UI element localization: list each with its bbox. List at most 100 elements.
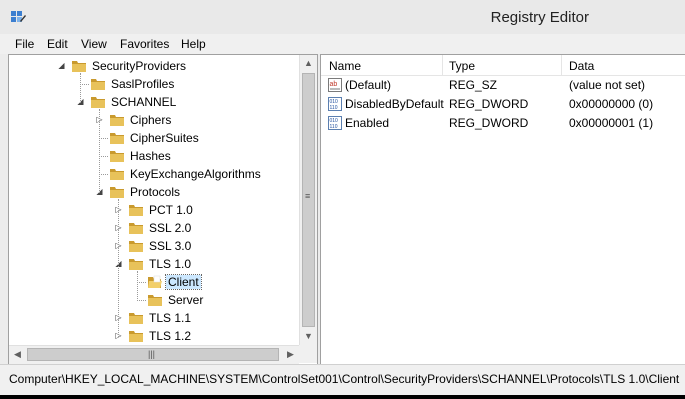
string-value-icon: ab (328, 78, 342, 92)
tree-node-label[interactable]: Hashes (128, 149, 173, 163)
folder-icon (128, 221, 144, 235)
value-type: REG_DWORD (449, 97, 529, 111)
tree-node-label[interactable]: PCT 1.0 (147, 203, 195, 217)
title-bar[interactable]: Registry Editor (0, 0, 685, 34)
tree-node[interactable]: ▷ Ciphers (9, 111, 299, 129)
folder-icon (128, 329, 144, 343)
folder-icon (128, 239, 144, 253)
folder-open-icon (147, 275, 163, 289)
tree-connector (80, 84, 89, 85)
tree-node-label[interactable]: KeyExchangeAlgorithms (128, 167, 263, 181)
tree-connector (137, 300, 146, 301)
horizontal-scroll-thumb[interactable]: ||| (27, 348, 279, 361)
vertical-scroll-thumb[interactable]: ≡ (302, 73, 315, 327)
scroll-grip-icon: ≡ (305, 191, 311, 201)
value-data: (value not set) (569, 78, 646, 92)
value-type: REG_SZ (449, 78, 498, 92)
status-bar: Computer\HKEY_LOCAL_MACHINE\SYSTEM\Contr… (0, 364, 685, 395)
value-row[interactable]: 010 110 DisabledByDefault REG_DWORD 0x000000… (321, 95, 685, 114)
tree-node-label[interactable]: CipherSuites (128, 131, 201, 145)
tree-node-label[interactable]: TLS 1.2 (147, 329, 193, 343)
scroll-grip-icon: ||| (148, 349, 156, 359)
tree-connector (99, 138, 108, 139)
tree-connector (99, 156, 108, 157)
tree-node[interactable]: CipherSuites (9, 129, 299, 147)
tree-connector (137, 271, 138, 301)
tree-node-label[interactable]: TLS 1.0 (147, 257, 193, 271)
list-header: Name Type Data (321, 55, 685, 76)
key-path: Computer\HKEY_LOCAL_MACHINE\SYSTEM\Contr… (9, 372, 680, 386)
tree-node[interactable]: Hashes (9, 147, 299, 165)
folder-icon (109, 149, 125, 163)
tree-node[interactable]: ◢ SCHANNEL (9, 93, 299, 111)
tree-node-label[interactable]: SCHANNEL (109, 95, 178, 109)
tree-node[interactable]: Server (9, 291, 299, 309)
scroll-left-arrow-icon[interactable]: ◀ (9, 346, 26, 363)
value-name: DisabledByDefault (345, 97, 444, 111)
tree-node[interactable]: ▷ PCT 1.0 (9, 201, 299, 219)
tree-node-label[interactable]: Client (165, 274, 202, 290)
value-name: Enabled (345, 116, 390, 130)
tree-node[interactable]: ◢ Protocols (9, 183, 299, 201)
svg-text:ab: ab (330, 81, 338, 88)
menu-bar: File Edit View Favorites Help (0, 34, 685, 54)
collapse-arrow-icon[interactable]: ◢ (57, 61, 66, 70)
tree-node-label[interactable]: Server (166, 293, 205, 307)
tree-node[interactable]: ◢ SecurityProviders (9, 57, 299, 75)
menu-help[interactable]: Help (181, 37, 206, 51)
tree-node-label[interactable]: TLS 1.1 (147, 311, 193, 325)
tree-node[interactable]: Client (9, 273, 299, 291)
menu-file[interactable]: File (15, 37, 34, 51)
tree-node[interactable]: KeyExchangeAlgorithms (9, 165, 299, 183)
folder-icon (128, 203, 144, 217)
value-type: REG_DWORD (449, 116, 529, 130)
values-list-pane[interactable]: Name Type Data ab (Default) REG_SZ (value n… (320, 54, 685, 365)
column-header-type[interactable]: Type (449, 59, 475, 73)
tree-node-label[interactable]: SaslProfiles (109, 77, 176, 91)
tree-horizontal-scrollbar[interactable]: ◀ ||| ▶ (9, 345, 299, 364)
tree-vertical-scrollbar[interactable]: ▲ ≡ ▼ (299, 55, 317, 345)
binary-value-icon: 010 110 (328, 97, 342, 111)
scroll-up-arrow-icon[interactable]: ▲ (300, 55, 317, 72)
menu-view[interactable]: View (81, 37, 107, 51)
folder-icon (109, 113, 125, 127)
column-header-name[interactable]: Name (329, 59, 361, 73)
menu-favorites[interactable]: Favorites (120, 37, 169, 51)
value-row[interactable]: 010 110 Enabled REG_DWORD 0x00000001 (1) (321, 114, 685, 133)
column-divider[interactable] (561, 55, 562, 75)
key-tree[interactable]: ◢ SecurityProviders SaslProfiles ◢ SCHANNEL ▷… (9, 55, 299, 345)
tree-node[interactable]: ◢ TLS 1.0 (9, 255, 299, 273)
value-data: 0x00000001 (1) (569, 116, 654, 130)
folder-icon (128, 311, 144, 325)
tree-node[interactable]: SaslProfiles (9, 75, 299, 93)
tree-node-label[interactable]: SecurityProviders (90, 59, 188, 73)
scroll-down-arrow-icon[interactable]: ▼ (300, 328, 317, 345)
tree-node[interactable]: ▷ TLS 1.2 (9, 327, 299, 345)
menu-edit[interactable]: Edit (47, 37, 68, 51)
column-divider[interactable] (442, 55, 443, 75)
svg-text:110: 110 (330, 105, 338, 111)
tree-node[interactable]: ▷ TLS 1.1 (9, 309, 299, 327)
tree-node-label[interactable]: Ciphers (128, 113, 173, 127)
tree-connector (99, 109, 100, 193)
tree-connector (99, 174, 108, 175)
folder-icon (128, 257, 144, 271)
value-name: (Default) (345, 78, 392, 92)
value-row[interactable]: ab (Default) REG_SZ (value not set) (321, 76, 685, 95)
svg-text:110: 110 (330, 124, 338, 130)
tree-connector (137, 282, 146, 283)
tree-node[interactable]: ▷ SSL 2.0 (9, 219, 299, 237)
tree-node[interactable]: ▷ SSL 3.0 (9, 237, 299, 255)
binary-value-icon: 010 110 (328, 116, 342, 130)
tree-node-label[interactable]: Protocols (128, 185, 182, 199)
column-header-data[interactable]: Data (569, 59, 594, 73)
tree-connector (80, 73, 81, 103)
tree-node-label[interactable]: SSL 2.0 (147, 221, 193, 235)
key-tree-pane[interactable]: ◢ SecurityProviders SaslProfiles ◢ SCHANNEL ▷… (8, 54, 318, 365)
folder-icon (90, 77, 106, 91)
tree-connector (118, 199, 119, 337)
folder-icon (90, 95, 106, 109)
tree-node-label[interactable]: SSL 3.0 (147, 239, 193, 253)
scroll-right-arrow-icon[interactable]: ▶ (282, 346, 299, 363)
value-data: 0x00000000 (0) (569, 97, 654, 111)
